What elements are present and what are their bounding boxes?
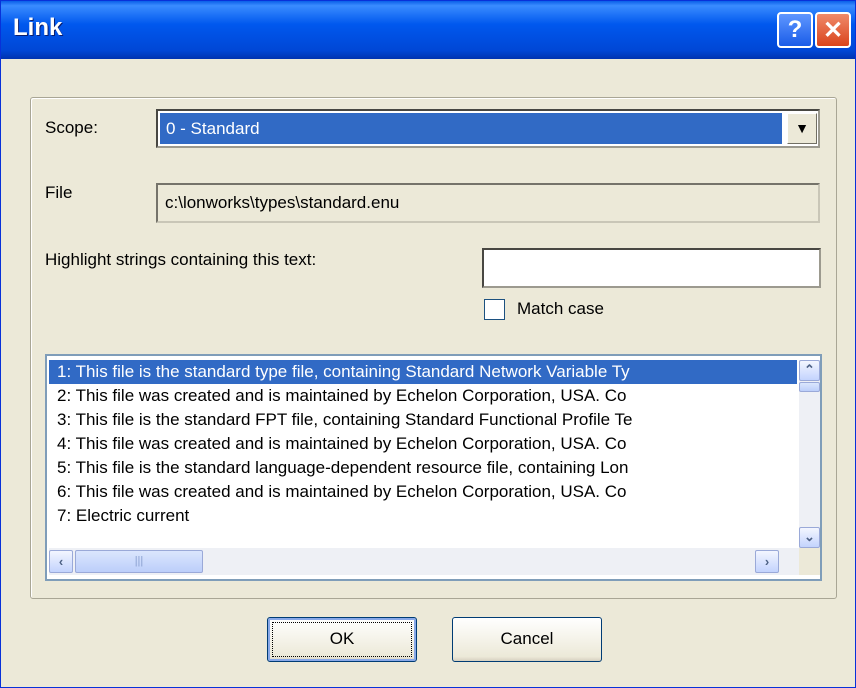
scroll-down-button[interactable]: ⌄ [799, 527, 820, 548]
help-icon: ? [787, 16, 803, 43]
scroll-left-button[interactable]: ‹ [49, 550, 73, 573]
scope-label: Scope: [45, 118, 98, 137]
close-icon: ✕ [822, 16, 844, 44]
vertical-scroll-thumb[interactable] [799, 382, 820, 392]
scope-dropdown[interactable]: 0 - Standard ▼ [156, 109, 820, 148]
list-item[interactable]: 7: Electric current [49, 504, 797, 528]
close-button[interactable]: ✕ [815, 12, 851, 48]
list-item[interactable]: 6: This file was created and is maintain… [49, 480, 797, 504]
scope-value: 0 - Standard [160, 113, 782, 144]
file-label: File [45, 183, 73, 202]
list-item[interactable]: 1: This file is the standard type file, … [49, 360, 797, 384]
match-case-label[interactable]: Match case [517, 299, 604, 319]
match-case-checkbox[interactable] [484, 299, 505, 320]
ok-button[interactable]: OK [267, 617, 417, 662]
list-item[interactable]: 2: This file was created and is maintain… [49, 384, 797, 408]
link-dialog: Link ? ✕ Scope: 0 - Standard ▼ File c:\l… [0, 0, 856, 688]
scroll-up-button[interactable]: ⌃ [799, 360, 820, 381]
grip-icon: ||| [134, 555, 144, 567]
cancel-button[interactable]: Cancel [452, 617, 602, 662]
scrollbar-corner [799, 548, 820, 575]
list-item[interactable]: 3: This file is the standard FPT file, c… [49, 408, 797, 432]
vertical-scrollbar[interactable]: ⌃ ⌄ [799, 360, 820, 548]
focus-rect [272, 622, 412, 657]
list-items: 1: This file is the standard type file, … [49, 360, 797, 546]
strings-listbox[interactable]: 1: This file is the standard type file, … [45, 354, 822, 581]
chevron-right-icon: › [764, 554, 770, 569]
list-item[interactable]: 5: This file is the standard language-de… [49, 456, 797, 480]
window-title: Link [13, 14, 63, 41]
list-item[interactable]: 4: This file was created and is maintain… [49, 432, 797, 456]
horizontal-scrollbar[interactable]: ‹ ||| › [49, 548, 799, 575]
chevron-left-icon: ‹ [58, 554, 64, 569]
help-button[interactable]: ? [777, 12, 813, 48]
file-path-field: c:\lonworks\types\standard.enu [156, 183, 820, 223]
horizontal-scroll-thumb[interactable]: ||| [75, 550, 203, 573]
highlight-input[interactable] [482, 248, 821, 288]
dropdown-arrow-icon[interactable]: ▼ [787, 113, 817, 144]
scroll-right-button[interactable]: › [755, 550, 779, 573]
chevron-up-icon: ⌃ [804, 362, 815, 377]
chevron-down-icon: ⌄ [804, 529, 815, 544]
cancel-button-label: Cancel [500, 629, 554, 648]
title-bar[interactable]: Link ? ✕ [1, 1, 855, 59]
highlight-label: Highlight strings containing this text: [45, 250, 317, 269]
